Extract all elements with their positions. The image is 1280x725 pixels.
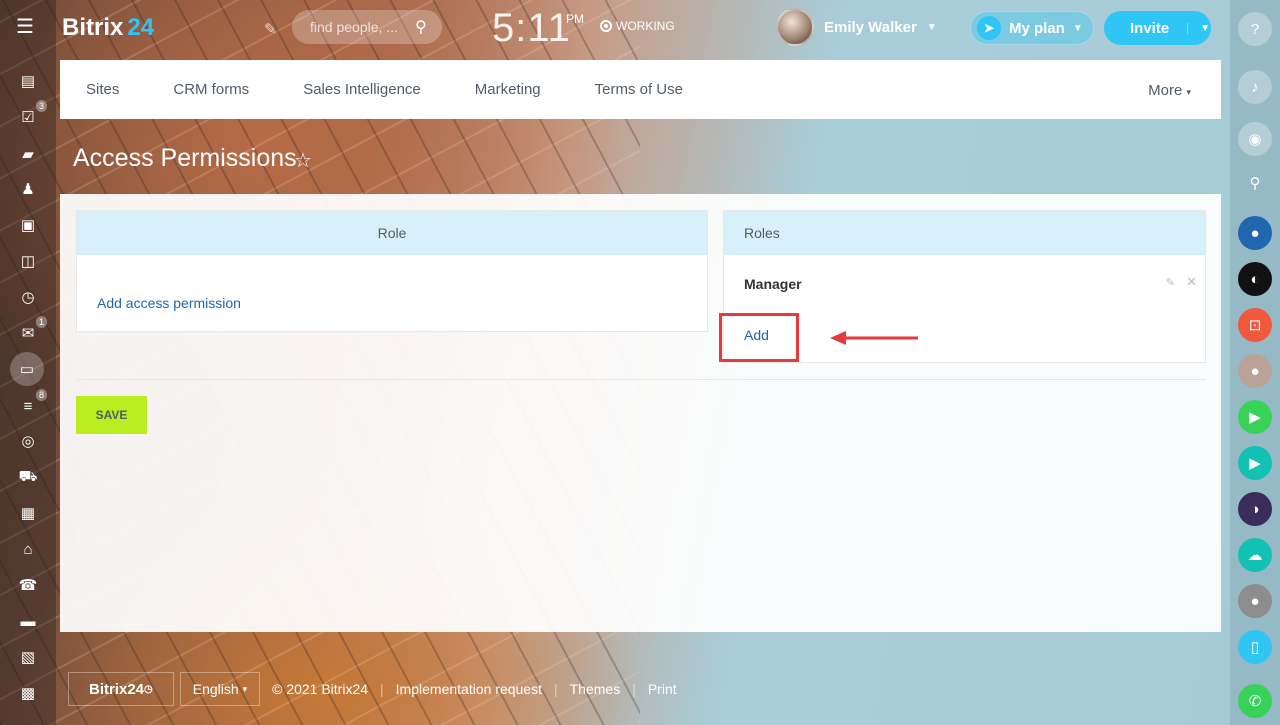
page-title: Access Permissions xyxy=(73,144,297,172)
chevron-down-icon: ▾ xyxy=(1186,87,1191,97)
target-icon[interactable]: ◎ xyxy=(17,430,39,452)
user-avatar-icon[interactable]: ● xyxy=(1238,584,1272,618)
contacts-icon[interactable]: ▣ xyxy=(17,214,39,236)
logo[interactable]: Bitrix 24 xyxy=(62,14,154,42)
right-sidebar: ? ♪ ◉ ⚲ ● ◐ ⊡ ● ▶ ▶ ◑ ☁ ● ▯ ✆ xyxy=(1230,0,1280,725)
clock-icon: ◷ xyxy=(144,683,153,695)
filter-icon[interactable]: ≡ 8 xyxy=(17,389,47,417)
help-icon[interactable]: ? xyxy=(1238,12,1272,46)
avatar xyxy=(776,8,814,46)
menu-icon[interactable]: ☰ xyxy=(16,16,38,38)
phone-icon[interactable]: ☎ xyxy=(17,574,39,596)
chevron-down-icon: ▼ xyxy=(1072,22,1083,34)
document-icon[interactable]: ▧ xyxy=(17,646,39,668)
streams-icon[interactable]: ◫ xyxy=(17,250,39,272)
mobile-icon[interactable]: ▯ xyxy=(1238,630,1272,664)
nav-more[interactable]: More ▾ xyxy=(1148,82,1191,99)
phone-icon[interactable]: ✆ xyxy=(1238,684,1272,718)
role-panel: Role Add access permission xyxy=(76,210,708,332)
nav-item-crm-forms[interactable]: CRM forms xyxy=(173,81,249,98)
roles-panel-header: Roles xyxy=(724,211,1205,255)
my-plan-label: My plan xyxy=(1009,19,1065,37)
invite-label: Invite xyxy=(1130,19,1170,37)
mail-icon[interactable]: ✉ 1 xyxy=(17,316,47,344)
record-icon xyxy=(600,20,612,32)
separator: | xyxy=(553,681,558,697)
mail-counter: 1 xyxy=(35,316,47,328)
clock-time[interactable]: 5:11 xyxy=(492,6,571,51)
add-access-permission-link[interactable]: Add access permission xyxy=(97,295,241,311)
print-link[interactable]: Print xyxy=(648,681,677,697)
role-name: Manager xyxy=(744,276,802,292)
star-icon[interactable]: ☆ xyxy=(294,148,312,173)
highlight-box xyxy=(719,313,799,362)
cart-icon[interactable]: ⛟ xyxy=(17,466,39,488)
language-select[interactable]: English ▾ xyxy=(179,672,261,706)
tasks-counter: 3 xyxy=(35,100,47,112)
sites-icon[interactable]: ▭ xyxy=(10,352,44,386)
user-avatar-icon[interactable]: ● xyxy=(1238,354,1272,388)
pencil-icon[interactable]: ✎ xyxy=(1166,276,1175,289)
apps-icon[interactable]: ▦ xyxy=(17,502,39,524)
copyright: © 2021 Bitrix24 xyxy=(272,681,369,697)
group-chat-icon[interactable]: ● xyxy=(1238,216,1272,250)
video-meeting-icon[interactable]: ▶ xyxy=(1238,446,1272,480)
close-icon[interactable]: ✕ xyxy=(1186,274,1197,290)
implementation-request-link[interactable]: Implementation request xyxy=(396,681,542,697)
groups-icon[interactable]: ♟ xyxy=(17,178,39,200)
inventory-icon[interactable]: ⌂ xyxy=(17,538,39,560)
chevron-down-icon[interactable]: ▼ xyxy=(1187,22,1210,34)
themes-link[interactable]: Themes xyxy=(570,681,621,697)
search-icon[interactable]: ⚲ xyxy=(415,17,427,37)
drive-icon[interactable]: ▬ xyxy=(17,610,39,632)
save-button[interactable]: SAVE xyxy=(76,396,147,434)
main-content: Role Add access permission Roles Manager… xyxy=(60,194,1221,632)
footer-logo-text: Bitrix24 xyxy=(89,680,145,698)
nav-item-sales-intelligence[interactable]: Sales Intelligence xyxy=(303,81,421,98)
user-name: Emily Walker xyxy=(824,18,917,36)
clock-ampm: PM xyxy=(566,12,584,26)
messages-icon[interactable]: ◉ xyxy=(1238,122,1272,156)
divider xyxy=(76,379,1206,380)
footer: Bitrix24 ◷ English ▾ © 2021 Bitrix24 | Im… xyxy=(68,672,677,706)
video-call-icon[interactable]: ▶ xyxy=(1238,400,1272,434)
user-menu[interactable]: Emily Walker ▼ xyxy=(776,8,937,46)
search-icon[interactable]: ⚲ xyxy=(1238,166,1272,200)
arrow-annotation xyxy=(830,331,918,345)
logo-text: Bitrix xyxy=(62,14,124,41)
clock-icon[interactable]: ◷ xyxy=(17,286,39,308)
lock-icon[interactable]: ⊡ xyxy=(1238,308,1272,342)
top-nav: Sites CRM forms Sales Intelligence Marke… xyxy=(60,60,1221,119)
language-label: English xyxy=(192,681,239,697)
role-panel-header: Role xyxy=(77,211,707,255)
invite-button[interactable]: Invite ▼ xyxy=(1104,11,1211,45)
chevron-down-icon: ▼ xyxy=(926,21,937,33)
footer-logo[interactable]: Bitrix24 ◷ xyxy=(68,672,174,706)
work-status-label: WORKING xyxy=(616,19,675,33)
rocket-icon: ➤ xyxy=(977,16,1001,40)
separator: | xyxy=(632,681,636,697)
feed-icon[interactable]: ▤ xyxy=(17,70,39,92)
left-sidebar: ☰ ▤ ☑ 3 ▰ ♟ ▣ ◫ ◷ ✉ 1 ▭ ≡ 8 ◎ ⛟ ▦ ⌂ ☎ ▬ ▧ ▩ xyxy=(0,0,56,725)
calendar-icon[interactable]: ▩ xyxy=(17,682,39,704)
work-status[interactable]: WORKING xyxy=(600,19,675,33)
chevron-down-icon: ▾ xyxy=(242,683,248,694)
cloud-icon[interactable]: ☁ xyxy=(1238,538,1272,572)
bell-icon[interactable]: ♪ xyxy=(1238,70,1272,104)
pin-icon[interactable]: ✎ xyxy=(264,20,277,38)
nav-item-sites[interactable]: Sites xyxy=(86,81,119,98)
nav-more-label: More xyxy=(1148,82,1183,99)
separator: | xyxy=(380,681,384,697)
chat-icon[interactable]: ▰ xyxy=(17,143,39,165)
filter-counter: 8 xyxy=(35,389,47,401)
tasks-icon[interactable]: ☑ 3 xyxy=(17,100,47,128)
my-plan-button[interactable]: ➤ My plan ▼ xyxy=(970,11,1094,45)
contact-avatar-icon[interactable]: ◑ xyxy=(1238,492,1272,526)
contact-avatar-icon[interactable]: ◐ xyxy=(1238,262,1272,296)
nav-item-terms-of-use[interactable]: Terms of Use xyxy=(595,81,683,98)
nav-item-marketing[interactable]: Marketing xyxy=(475,81,541,98)
logo-num: 24 xyxy=(127,14,155,41)
